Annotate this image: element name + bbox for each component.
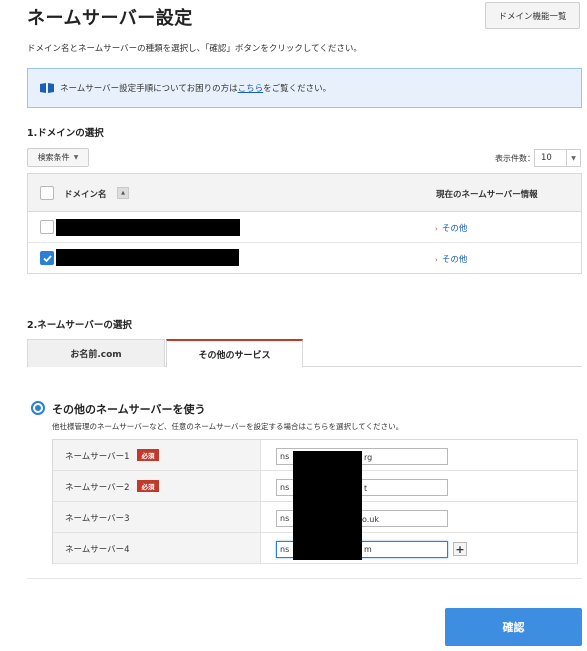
section-domain-title: 1.ドメインの選択 bbox=[27, 128, 104, 139]
ns-value-suffix: o.uk bbox=[362, 515, 379, 524]
ns-label-cell: ネームサーバー4 bbox=[53, 533, 261, 563]
ns-label: ネームサーバー2 bbox=[65, 483, 130, 493]
info-text-after: をご覧ください。 bbox=[263, 84, 332, 94]
tab-other-service[interactable]: その他のサービス bbox=[166, 339, 303, 368]
domain-table-header: ドメイン名 ▲ 現在のネームサーバー情報 bbox=[28, 174, 581, 212]
column-header-domain: ドメイン名 bbox=[64, 190, 107, 200]
divider bbox=[27, 578, 582, 579]
select-all-checkbox[interactable] bbox=[40, 186, 54, 200]
ns-label-cell: ネームサーバー2 必須 bbox=[53, 471, 261, 501]
domain-table: ドメイン名 ▲ 現在のネームサーバー情報 › その他 › その他 bbox=[27, 173, 582, 274]
chevron-down-icon: ▼ bbox=[566, 150, 580, 166]
ns-value-suffix: m bbox=[364, 545, 372, 554]
other-ns-radio[interactable] bbox=[31, 401, 45, 415]
redacted-domain bbox=[56, 249, 239, 266]
search-conditions-label: 検索条件 bbox=[37, 153, 70, 162]
ns-value-prefix: ns bbox=[280, 483, 290, 492]
table-row: › その他 bbox=[28, 243, 581, 274]
required-badge: 必須 bbox=[137, 449, 159, 461]
domain-functions-button[interactable]: ドメイン機能一覧 bbox=[485, 2, 580, 29]
info-box: ネームサーバー設定手順についてお困りの方は こちら をご覧ください。 bbox=[27, 68, 582, 108]
ns-value-suffix: t bbox=[364, 484, 368, 493]
ns-info-text: その他 bbox=[441, 224, 468, 234]
ns-tabs: お名前.com その他のサービス bbox=[27, 339, 582, 368]
info-help-link[interactable]: こちら bbox=[238, 82, 264, 94]
ns-info-link[interactable]: › その他 bbox=[435, 253, 467, 265]
redacted-nameservers bbox=[293, 451, 362, 560]
ns-label: ネームサーバー1 bbox=[65, 452, 130, 462]
required-badge: 必須 bbox=[137, 480, 159, 492]
add-nameserver-button[interactable]: + bbox=[453, 542, 467, 556]
display-count-select[interactable]: 10 ▼ bbox=[534, 149, 581, 167]
display-count-value: 10 bbox=[541, 153, 552, 163]
row-checkbox[interactable] bbox=[40, 251, 54, 265]
nameserver-table: ネームサーバー1 必須 ns rg ネームサーバー2 必須 ns t ネームサー… bbox=[52, 439, 578, 564]
check-icon bbox=[43, 255, 52, 263]
other-ns-label: その他のネームサーバーを使う bbox=[52, 403, 206, 416]
confirm-button[interactable]: 確認 bbox=[445, 608, 582, 646]
column-header-ns-info: 現在のネームサーバー情報 bbox=[436, 190, 538, 200]
ns-value-suffix: rg bbox=[364, 453, 373, 462]
section-ns-title: 2.ネームサーバーの選択 bbox=[27, 320, 132, 331]
table-row: › その他 bbox=[28, 212, 581, 243]
ns-label: ネームサーバー3 bbox=[65, 514, 130, 524]
ns-value-prefix: ns bbox=[280, 452, 290, 461]
ns-info-link[interactable]: › その他 bbox=[435, 222, 467, 234]
row-checkbox[interactable] bbox=[40, 220, 54, 234]
plus-icon: + bbox=[455, 542, 465, 556]
info-text-before: ネームサーバー設定手順についてお困りの方は bbox=[60, 84, 238, 94]
ns-value-prefix: ns bbox=[280, 514, 290, 523]
tab-onamae[interactable]: お名前.com bbox=[27, 339, 165, 367]
redacted-domain bbox=[56, 219, 240, 236]
ns-info-text: その他 bbox=[441, 255, 468, 265]
ns-value-prefix: ns bbox=[280, 545, 290, 554]
other-ns-description: 他社様管理のネームサーバーなど、任意のネームサーバーを設定する場合はこちらを選択… bbox=[52, 422, 404, 431]
intro-text: ドメイン名とネームサーバーの種類を選択し、「確認」ボタンをクリックしてください。 bbox=[27, 44, 362, 54]
chevron-down-icon: ▼ bbox=[73, 154, 79, 161]
ns-label: ネームサーバー4 bbox=[65, 545, 130, 555]
chevron-right-icon: › bbox=[435, 256, 438, 264]
ns-label-cell: ネームサーバー3 bbox=[53, 502, 261, 532]
page-title: ネームサーバー設定 bbox=[27, 8, 193, 29]
chevron-right-icon: › bbox=[435, 225, 438, 233]
book-icon bbox=[40, 83, 54, 93]
sort-up-icon[interactable]: ▲ bbox=[117, 187, 129, 199]
search-conditions-dropdown[interactable]: 検索条件 ▼ bbox=[27, 148, 89, 167]
display-count-label: 表示件数： bbox=[495, 154, 535, 163]
ns-label-cell: ネームサーバー1 必須 bbox=[53, 440, 261, 470]
